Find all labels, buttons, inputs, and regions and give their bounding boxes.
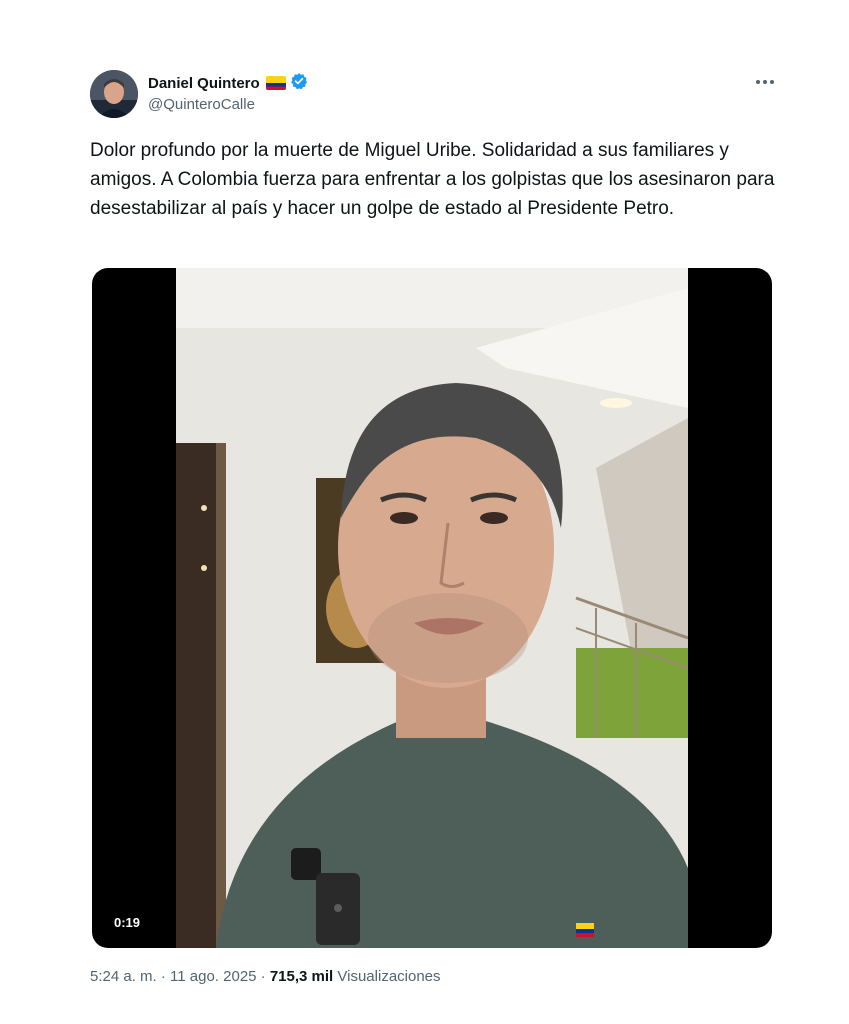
verified-badge-icon	[290, 72, 308, 95]
views-label: Visualizaciones	[333, 968, 441, 985]
tweet-text: Dolor profundo por la muerte de Miguel U…	[90, 140, 775, 219]
tweet-card: Daniel Quintero @QuinteroCalle Dolor pro…	[60, 50, 790, 1010]
display-name[interactable]: Daniel Quintero	[148, 75, 260, 92]
views-count: 715,3 mil	[269, 968, 334, 985]
tweet-timestamp[interactable]: 5:24 a. m. · 11 ago. 2025 ·	[90, 968, 270, 985]
more-options-icon[interactable]	[750, 72, 780, 92]
avatar[interactable]	[90, 70, 138, 118]
tweet-header: Daniel Quintero @QuinteroCalle	[90, 70, 780, 122]
video-player[interactable]: 0:19	[92, 268, 772, 948]
author-names: Daniel Quintero @QuinteroCalle	[148, 72, 308, 113]
display-name-row: Daniel Quintero	[148, 72, 308, 94]
video-duration-badge: 0:19	[108, 913, 147, 932]
colombia-flag-icon	[265, 76, 286, 90]
author-handle[interactable]: @QuinteroCalle	[148, 96, 308, 113]
video-frame	[176, 268, 688, 948]
tweet-meta: 5:24 a. m. · 11 ago. 2025 · 715,3 mil Vi…	[90, 968, 441, 985]
